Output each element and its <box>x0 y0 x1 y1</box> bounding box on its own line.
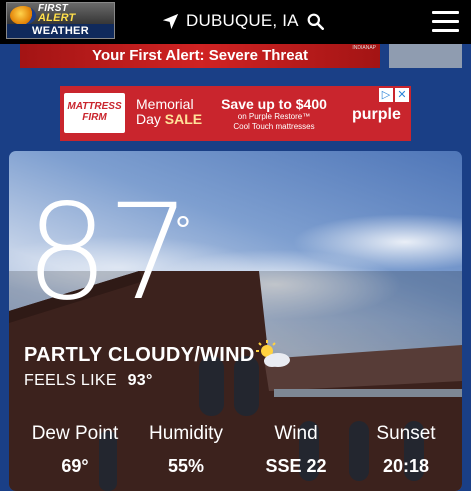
menu-bar <box>432 20 459 23</box>
advertisement-banner[interactable]: MATTRESS FIRM Memorial Day SALE Save up … <box>60 86 411 141</box>
ad-memorial-day-text: Memorial Day SALE <box>136 97 202 127</box>
stat-label: Wind <box>274 423 318 444</box>
menu-bar <box>432 11 459 14</box>
feels-like-label: FEELS LIKE <box>24 372 117 389</box>
ad-headline: Save up to $400 <box>221 96 327 112</box>
stat-value: 55% <box>167 456 205 476</box>
location-label: DUBUQUE, IA <box>186 11 299 30</box>
partly-cloudy-icon <box>256 340 290 367</box>
stat-wind: Wind SSE 22 <box>241 423 351 477</box>
navigation-arrow-icon <box>162 13 179 29</box>
ad-subline-2: Cool Touch mattresses <box>233 122 315 131</box>
severe-threat-banner[interactable]: Your First Alert: Severe Threat INDIANAP <box>20 44 380 68</box>
stat-humidity: Humidity 55% <box>131 423 241 477</box>
feels-like-value: 93° <box>127 372 153 389</box>
temperature-degree-symbol: ° <box>175 209 191 253</box>
stat-label: Humidity <box>149 423 223 444</box>
ad-day-sale: Day SALE <box>136 112 202 127</box>
ad-sale: SALE <box>164 111 203 127</box>
menu-bar <box>432 29 459 32</box>
purple-logo: purple <box>352 106 401 123</box>
banner-tag: INDIANAP <box>352 45 376 51</box>
search-icon[interactable] <box>307 13 324 30</box>
stat-value: 69° <box>61 456 89 476</box>
stat-value: 20:18 <box>382 456 430 476</box>
banner-next-slide[interactable] <box>389 44 462 68</box>
logo-line-alert: ALERT <box>38 12 76 24</box>
conditions-stats: Dew Point 69° Humidity 55% Wind SSE 22 S… <box>9 423 462 483</box>
logo-line-weather: WEATHER <box>7 24 114 38</box>
mattress-firm-logo: MATTRESS FIRM <box>64 93 125 133</box>
first-alert-weather-logo[interactable]: FIRST ALERT WEATHER <box>6 2 115 39</box>
hamburger-menu-icon[interactable] <box>432 11 459 32</box>
ad-subline-1: on Purple Restore™ <box>237 112 311 121</box>
top-navigation-bar: FIRST ALERT WEATHER DUBUQUE, IA <box>0 0 471 44</box>
condition-text: PARTLY CLOUDY/WIND <box>24 344 255 366</box>
ad-choices-icon[interactable]: ▷ <box>379 88 393 102</box>
current-temperature: 87 <box>25 176 191 330</box>
stat-value: SSE 22 <box>265 456 327 476</box>
location-selector[interactable]: DUBUQUE, IA <box>162 9 331 33</box>
ad-day: Day <box>136 111 161 127</box>
feels-like: FEELS LIKE 93° <box>24 372 153 390</box>
banner-text: Your First Alert: Severe Threat <box>92 47 308 64</box>
stat-label: Dew Point <box>31 423 119 444</box>
stat-label: Sunset <box>376 423 436 444</box>
close-icon[interactable]: ✕ <box>395 88 409 102</box>
stat-sunset: Sunset 20:18 <box>351 423 461 477</box>
current-conditions-card: 87 ° PARTLY CLOUDY/WIND FEELS LIKE 93° D… <box>9 151 462 491</box>
ad-offer: Save up to $400 on Purple Restore™ Cool … <box>216 96 332 132</box>
ad-memorial: Memorial <box>136 96 194 112</box>
stat-dew-point: Dew Point 69° <box>20 423 130 477</box>
abc-badge-icon <box>10 6 36 25</box>
